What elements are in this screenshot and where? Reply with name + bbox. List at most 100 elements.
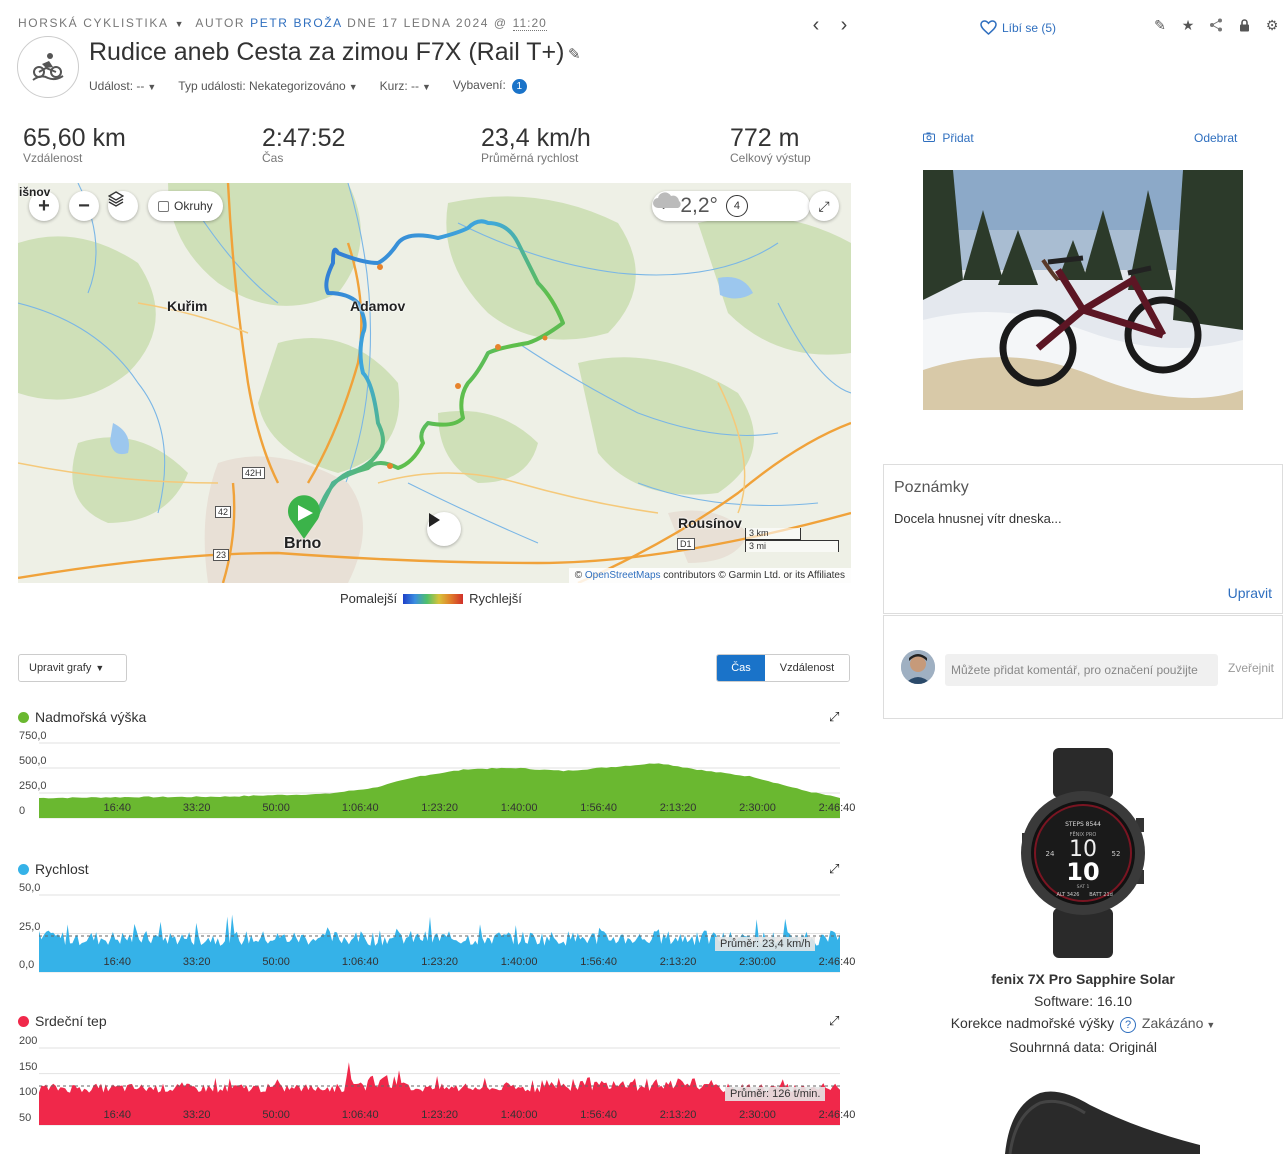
- y-tick-label: 150: [19, 1060, 38, 1073]
- avatar: [901, 650, 935, 684]
- x-tick-label: 1:06:40: [341, 1109, 379, 1121]
- publish-comment-button[interactable]: Zveřejnit: [1228, 661, 1274, 675]
- comment-panel: Můžete přidat komentář, pro označení pou…: [883, 615, 1283, 719]
- y-tick-label: 500,0: [19, 755, 47, 767]
- previous-activity-icon[interactable]: ‹: [806, 14, 826, 37]
- x-tick-label: 1:40:00: [500, 1109, 538, 1121]
- edit-pencil-icon[interactable]: ✎: [1152, 17, 1168, 33]
- notes-panel: Poznámky Docela hnusnej vítr dneska... U…: [883, 464, 1283, 614]
- watch-face-date: SAT 1: [1077, 884, 1090, 890]
- zoom-out-button[interactable]: −: [69, 191, 99, 221]
- help-question-icon[interactable]: ?: [1120, 1017, 1136, 1033]
- toggle-distance[interactable]: Vzdálenost: [765, 655, 849, 681]
- favorite-star-icon[interactable]: ★: [1180, 17, 1196, 33]
- road-sign-d1: D1: [677, 538, 695, 550]
- edit-notes-link[interactable]: Upravit: [1228, 585, 1272, 601]
- heart-rate-chart-title: Srdeční tep: [18, 1013, 107, 1029]
- cloud-icon: [653, 192, 681, 208]
- watch-image: STEPS 8544 FĒNIX PRO 10 10 SAT 1 24 52 A…: [1021, 748, 1145, 958]
- watch-face-steps: STEPS 8544: [1065, 821, 1101, 828]
- speed-expand-icon[interactable]: ⤢: [829, 861, 839, 877]
- play-route-button[interactable]: [427, 512, 461, 546]
- comment-input[interactable]: Můžete přidat komentář, pro označení pou…: [945, 654, 1218, 686]
- y-tick-label: 750,0: [19, 730, 47, 742]
- layers-icon: [108, 191, 124, 207]
- x-tick-label: 2:46:40: [818, 956, 856, 968]
- toggle-time[interactable]: Čas: [717, 655, 765, 681]
- notes-text: Docela hnusnej vítr dneska...: [894, 511, 1062, 526]
- privacy-lock-icon[interactable]: [1236, 17, 1252, 33]
- activity-meta-row: Událost: -- ▼ Typ události: Nekategorizov…: [89, 78, 527, 94]
- x-axis-toggle: Čas Vzdálenost: [716, 654, 850, 682]
- elevation-expand-icon[interactable]: ⤢: [829, 709, 839, 725]
- share-icon[interactable]: [1208, 17, 1224, 33]
- x-tick-label: 16:40: [103, 1109, 131, 1121]
- laps-label: Okruhy: [174, 199, 213, 213]
- speed-legend: Pomalejší Rychlejší: [340, 591, 522, 606]
- x-tick-label: 1:23:20: [421, 1109, 458, 1121]
- laps-toggle[interactable]: Okruhy: [148, 191, 223, 221]
- activity-title: Rudice aneb Cesta za zimou F7X (Rail T+): [89, 38, 565, 66]
- activity-date: DNE 17 LEDNA 2024 @: [347, 16, 508, 30]
- notes-title: Poznámky: [894, 479, 969, 496]
- watch-face-left: 24: [1046, 850, 1055, 858]
- activity-type-caret-icon[interactable]: ▼: [175, 19, 186, 29]
- x-tick-label: 2:30:00: [739, 956, 776, 968]
- stat-avg-speed: 23,4 km/h Průměrná rychlost: [481, 124, 591, 165]
- remove-photo-button[interactable]: Odebrat: [1194, 131, 1237, 145]
- activity-type-link[interactable]: HORSKÁ CYKLISTIKA: [18, 16, 169, 30]
- legend-gradient: [403, 593, 464, 604]
- x-tick-label: 2:46:40: [818, 1109, 856, 1121]
- wind-speed-icon: 4: [725, 195, 748, 217]
- like-button[interactable]: Líbí se (5): [980, 20, 1056, 35]
- x-tick-label: 33:20: [182, 956, 211, 968]
- speed-chart[interactable]: 50,0 25,0 0,0 16:40 33:20 50:00 1:06:40 1:23:20…: [18, 882, 855, 979]
- gear-link[interactable]: Vybavení: 1: [453, 78, 527, 94]
- x-tick-label: 1:40:00: [500, 802, 538, 814]
- laps-checkbox[interactable]: [158, 200, 169, 212]
- author-link[interactable]: PETR BROŽA: [250, 16, 342, 30]
- x-tick-label: 50:00: [262, 956, 290, 968]
- legend-faster: Rychlejší: [469, 591, 522, 606]
- course-dropdown[interactable]: Kurz: -- ▼: [380, 79, 431, 93]
- average-badge: Průměr: 23,4 km/h: [715, 936, 816, 951]
- elevation-chart[interactable]: 750,0 500,0 250,0 0 16:40 33:20 50:00 1:06:40 1:…: [18, 730, 855, 825]
- author-prefix: AUTOR: [195, 16, 246, 30]
- activity-time[interactable]: 11:20: [512, 16, 547, 31]
- next-activity-icon[interactable]: ›: [834, 14, 854, 37]
- heart-rate-chart[interactable]: 200 150 100 50 16:40 33:20 50:00 1:06:40 1:23:20…: [18, 1035, 855, 1132]
- scale-km: 3 km: [745, 528, 801, 540]
- activity-toolbar: ✎ ★ ⚙: [1152, 17, 1280, 33]
- camera-icon: [923, 131, 938, 145]
- osm-link[interactable]: OpenStreetMaps: [585, 570, 661, 581]
- place-label-kurim: Kuřim: [167, 298, 208, 314]
- heart-rate-expand-icon[interactable]: ⤢: [829, 1013, 839, 1029]
- x-tick-label: 2:30:00: [739, 802, 776, 814]
- legend-slower: Pomalejší: [340, 591, 398, 606]
- scale-mi: 3 mi: [745, 540, 839, 552]
- activity-map[interactable]: + − Okruhy ‹ -2,2° 4 ⤢ išnov Kuřim Adamo…: [18, 183, 851, 583]
- edit-title-pencil-icon[interactable]: ✎: [568, 45, 581, 63]
- edit-charts-button[interactable]: Upravit grafy ▼: [18, 654, 127, 682]
- event-type-dropdown[interactable]: Typ události: Nekategorizováno ▼: [178, 79, 357, 93]
- x-tick-label: 2:13:20: [659, 956, 697, 968]
- y-tick-label: 200: [19, 1035, 38, 1047]
- x-tick-label: 1:23:20: [421, 956, 458, 968]
- map-scale: 3 km 3 mi: [745, 528, 839, 552]
- speed-dot-icon: [18, 863, 29, 875]
- elevation-correction-dropdown[interactable]: Zakázáno ▼: [1142, 1015, 1215, 1031]
- x-tick-label: 33:20: [182, 802, 211, 814]
- add-photo-button[interactable]: Přidat: [923, 131, 974, 145]
- settings-gear-icon[interactable]: ⚙: [1264, 17, 1280, 33]
- x-tick-label: 2:30:00: [739, 1109, 776, 1121]
- activity-photo[interactable]: [923, 170, 1243, 410]
- device-software: Software: 16.10: [1033, 993, 1133, 1009]
- y-tick-label: 0,0: [19, 959, 35, 971]
- layers-button[interactable]: [108, 191, 138, 221]
- event-dropdown[interactable]: Událost: -- ▼: [89, 79, 156, 93]
- x-tick-label: 50:00: [262, 802, 290, 814]
- watch-face-minute: 10: [1066, 858, 1099, 886]
- fullscreen-expand-icon[interactable]: ⤢: [809, 191, 839, 221]
- activity-type-icon: [17, 36, 79, 98]
- weather-widget[interactable]: ‹ -2,2° 4: [652, 191, 810, 221]
